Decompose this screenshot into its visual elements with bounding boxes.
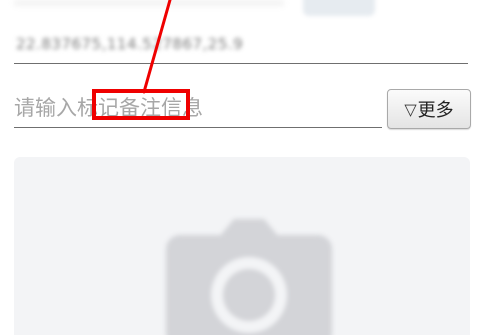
more-button[interactable]: ▽ 更多 [387, 89, 471, 129]
top-action-button[interactable] [303, 0, 375, 16]
more-button-label: 更多 [417, 100, 454, 121]
camera-icon [166, 219, 332, 335]
triangle-down-icon: ▽ [404, 99, 417, 119]
coordinates-field[interactable]: 22.837675,114.527867,25.9 [14, 24, 468, 64]
coordinates-text: 22.837675,114.527867,25.9 [16, 35, 244, 53]
blurred-field-top [14, 0, 284, 6]
highlight-annotation-box [92, 89, 190, 120]
photo-upload-panel[interactable] [14, 157, 470, 335]
note-placeholder-prefix: 请输入 [14, 96, 77, 120]
screen: 22.837675,114.527867,25.9 请输入标记备注信息 ▽ 更多 [0, 0, 484, 335]
note-input[interactable]: 请输入标记备注信息 [14, 84, 382, 128]
